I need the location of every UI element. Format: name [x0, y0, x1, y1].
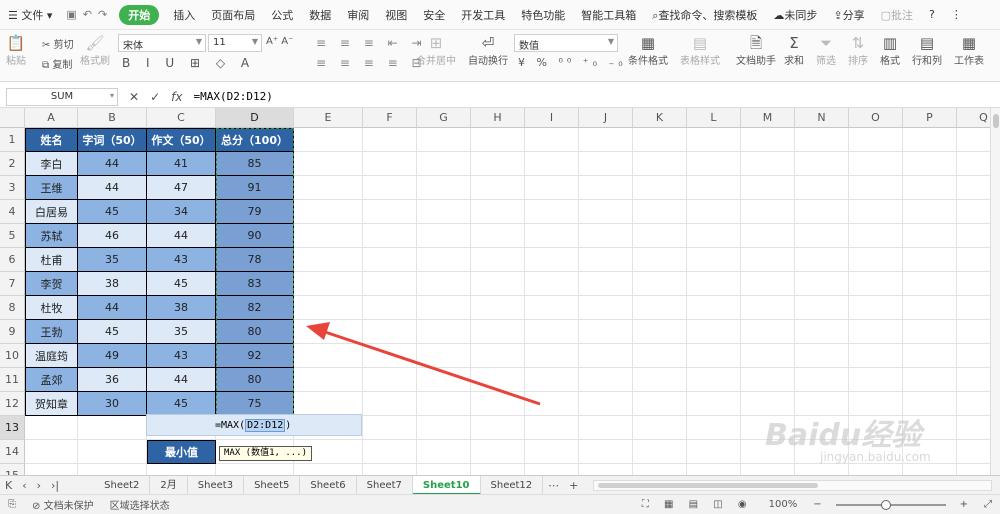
sheet-tab-sheet10[interactable]: Sheet10 [412, 475, 481, 495]
zoom-out-icon[interactable]: − [805, 499, 829, 510]
sheet-tab-sheet2[interactable]: Sheet2 [94, 475, 151, 495]
first-sheet-icon[interactable]: K [0, 479, 17, 492]
last-sheet-icon[interactable]: ›| [46, 479, 64, 492]
protect-label: 文档未保护 [43, 501, 94, 512]
spreadsheet-app: { "menubar": { "file_label": "文件", "item… [0, 0, 1000, 514]
watermark-url: jingyan.baidu.com [820, 450, 931, 464]
prev-sheet-icon[interactable]: ‹ [17, 479, 31, 492]
protect-status[interactable]: ⊘ 文档未保护 [24, 497, 102, 512]
more-sheets-icon[interactable]: ⋯ [543, 479, 564, 492]
fullscreen-icon[interactable]: ⤢ [976, 499, 1000, 510]
mode-status: 区域选择状态 [109, 501, 170, 512]
horizontal-scrollbar[interactable] [593, 479, 992, 491]
zoom-in-icon[interactable]: + [952, 499, 976, 510]
sheet-tab-sheet6[interactable]: Sheet6 [300, 475, 357, 495]
arrow-shaft [321, 329, 541, 406]
sheet-tab-sheet3[interactable]: Sheet3 [188, 475, 245, 495]
watermark-logo: Baidu经验 [765, 418, 922, 453]
status-bar: ⎘ ⊘ 文档未保护 区域选择状态 ⛶ ▦ ▤ ◫ ◉ 100% − + ⤢ [0, 494, 1000, 514]
shield-icon: ⊘ [32, 501, 41, 512]
zoom-knob[interactable] [880, 499, 891, 510]
sheet-tab-sheet7[interactable]: Sheet7 [357, 475, 413, 495]
macro-icon[interactable]: ⎘ [0, 499, 24, 510]
sheet-tab-sheet5[interactable]: Sheet5 [244, 475, 301, 495]
sheet-tab-sheet12[interactable]: Sheet12 [481, 475, 544, 495]
hscroll-thumb[interactable] [598, 482, 819, 488]
arrow-head [306, 322, 330, 340]
add-sheet-icon[interactable]: + [564, 479, 583, 492]
sheet-tab-feb[interactable]: 2月 [150, 475, 188, 495]
view-icons[interactable]: ⛶ ▦ ▤ ◫ ◉ [634, 499, 761, 510]
next-sheet-icon[interactable]: › [32, 479, 46, 492]
zoom-value[interactable]: 100% [761, 499, 806, 510]
sheet-tab-bar: K ‹ › ›| Sheet2 2月 Sheet3 Sheet5 Sheet6 … [0, 475, 1000, 495]
zoom-slider[interactable] [835, 499, 946, 510]
